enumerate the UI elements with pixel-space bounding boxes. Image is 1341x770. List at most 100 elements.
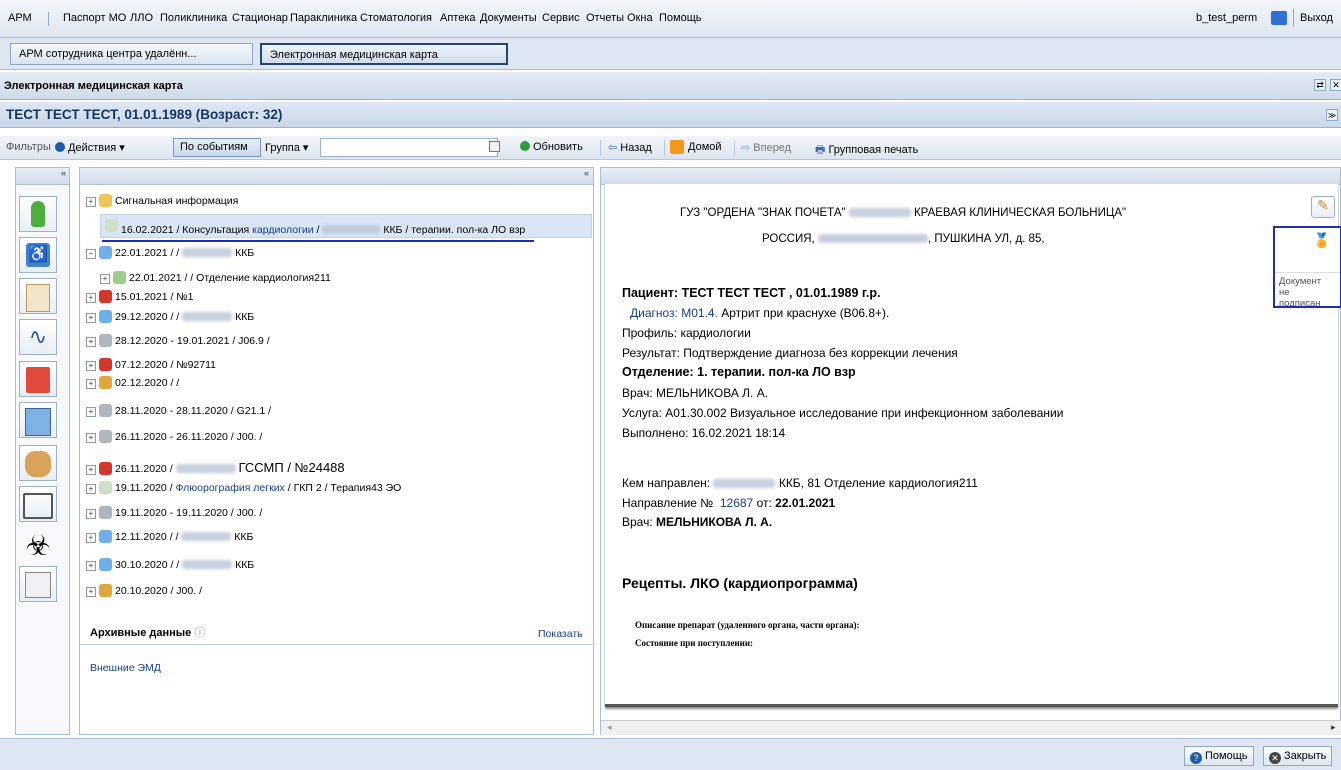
tree-row[interactable]: +28.12.2020 - 19.01.2021 / J06.9 / [86, 334, 270, 347]
tree-row[interactable]: +28.11.2020 - 28.11.2020 / G21.1 / [86, 404, 271, 417]
expand-icon[interactable]: + [86, 433, 96, 443]
expand-icon[interactable]: + [86, 379, 96, 389]
close-button[interactable]: ✕ Закрыть [1263, 746, 1333, 766]
certificate-icon[interactable]: 🏅 [1313, 232, 1330, 249]
collapse-strip-icon[interactable]: « [61, 168, 66, 178]
back-button[interactable]: ⇦ Назад [608, 141, 652, 154]
tree-row-link[interactable]: кардиологии [252, 224, 314, 236]
expand-icon[interactable]: + [86, 337, 96, 347]
expand-icon[interactable]: + [86, 587, 96, 597]
collapse-header-icon[interactable]: ≫ [1326, 109, 1338, 121]
tree-row[interactable]: +22.01.2021 / / Отделение кардиология211 [100, 271, 331, 284]
expand-icon[interactable]: − [86, 249, 96, 259]
biohazard-button[interactable]: ☣ [19, 528, 57, 564]
tree-row[interactable]: +30.10.2020 / / ККБ [86, 558, 254, 571]
selection-underline [102, 240, 534, 242]
tree-row[interactable]: +19.11.2020 / Флюорография легких / ГКП … [86, 481, 401, 494]
tree-row-link[interactable]: Флюорография легких [176, 482, 285, 494]
expand-icon[interactable]: + [86, 533, 96, 543]
expand-icon[interactable]: + [86, 313, 96, 323]
group-print-button[interactable]: 🖶 Групповая печать [815, 141, 918, 160]
refresh-button[interactable]: Обновить [520, 141, 583, 153]
menu-item-reports[interactable]: Отчеты [586, 12, 624, 24]
diagnosis-code[interactable]: М01.4. [681, 306, 718, 320]
notes-button[interactable] [19, 278, 57, 314]
emk-toolbar: Фильтры Действия ▾ По событиям Группа ▾ … [0, 136, 1341, 160]
back-label: Назад [620, 142, 652, 154]
task-arm-remote-center[interactable]: АРМ сотрудника центра удалённ... [10, 43, 253, 65]
home-button[interactable]: Домой [670, 140, 722, 154]
tree-row[interactable]: +12.11.2020 / / ККБ [86, 530, 253, 543]
gear-person-icon [113, 271, 126, 284]
person-green-button[interactable] [19, 196, 57, 232]
tree-row[interactable]: − 22.01.2021 / / ККБ [86, 246, 254, 259]
tree-row[interactable]: +02.12.2020 / / [86, 376, 179, 389]
menu-item-documents[interactable]: Документы [480, 12, 537, 24]
menu-item-passport[interactable]: Паспорт МО [63, 12, 126, 24]
horizontal-scrollbar[interactable]: ◂ ▸ [601, 720, 1341, 735]
edit-document-button[interactable] [19, 402, 57, 438]
group-input[interactable] [320, 138, 498, 157]
user-name[interactable]: b_test_perm [1196, 12, 1257, 24]
menu-item-polyclinic[interactable]: Поликлиника [160, 12, 227, 24]
expand-icon[interactable]: + [86, 465, 96, 475]
expand-icon[interactable]: + [86, 509, 96, 519]
referral-number[interactable]: 12687 [720, 496, 753, 510]
refresh-panel-icon[interactable]: ⇄ [1314, 79, 1326, 91]
expand-icon[interactable]: + [100, 274, 110, 284]
diagnosis-label: Диагноз: [630, 306, 678, 320]
menu-item-arm[interactable]: АРМ [8, 12, 32, 24]
biohazard-icon: ☣ [25, 530, 51, 561]
archive-show-link[interactable]: Показать [538, 628, 583, 640]
group-dropdown[interactable]: Группа ▾ [265, 141, 308, 154]
close-panel-icon[interactable]: ✕ [1330, 79, 1341, 91]
calendar-icon[interactable] [489, 141, 500, 152]
expand-icon[interactable]: + [86, 407, 96, 417]
menu-item-pharmacy[interactable]: Аптека [440, 12, 476, 24]
expand-icon[interactable]: + [86, 361, 96, 371]
menu-item-paraclinic[interactable]: Параклиника [290, 12, 357, 24]
collapse-tree-icon[interactable]: « [584, 168, 589, 178]
disability-button[interactable]: ♿ [19, 237, 57, 273]
stethoscope-button[interactable]: ∿ [19, 319, 57, 355]
forward-button[interactable]: ⇨ Вперед [741, 141, 791, 154]
done-line: Выполнено: 16.02.2021 18:14 [622, 426, 786, 440]
scroll-left-icon[interactable]: ◂ [607, 722, 612, 733]
external-emd-link[interactable]: Внешние ЭМД [90, 662, 161, 674]
patient-header: ТЕСТ ТЕСТ ТЕСТ, 01.01.1989 (Возраст: 32)… [0, 102, 1341, 128]
edit-pencil-button[interactable]: ✎ [1311, 196, 1335, 218]
expand-icon[interactable]: + [86, 293, 96, 303]
menu-item-help[interactable]: Помощь [659, 12, 702, 24]
expand-icon[interactable]: + [86, 561, 96, 571]
tree-row[interactable]: +07.12.2020 / №92711 [86, 358, 216, 371]
tree-row[interactable]: +29.12.2020 / / ККБ [86, 310, 254, 323]
tree-row-signal[interactable]: + Сигнальная информация [86, 194, 238, 207]
document-icon [99, 481, 112, 494]
new-list-button[interactable] [19, 566, 57, 602]
referral-line: Направление № 12687 от: 22.01.2021 [622, 496, 835, 510]
menu-item-windows[interactable]: Окна [627, 12, 653, 24]
expand-icon[interactable]: + [86, 197, 96, 207]
tree-row-selected[interactable]: 16.02.2021 / Консультация кардиологии / … [100, 214, 592, 238]
menu-item-dentistry[interactable]: Стоматология [360, 12, 432, 24]
menu-item-service[interactable]: Сервис [542, 12, 580, 24]
users-button[interactable] [19, 445, 57, 481]
tree-row[interactable]: +26.11.2020 / ГССМП / №24488 [86, 460, 345, 475]
task-emk[interactable]: Электронная медицинская карта [260, 43, 508, 65]
by-events-toggle[interactable]: По событиям [173, 138, 261, 157]
tree-row[interactable]: +15.01.2021 / №1 [86, 290, 193, 303]
actions-button[interactable]: Действия ▾ [55, 141, 125, 154]
logout-link[interactable]: Выход [1300, 12, 1333, 24]
calendar-book-button[interactable] [19, 361, 57, 397]
tree-row[interactable]: +19.11.2020 - 19.11.2020 / J00. / [86, 506, 262, 519]
book-button[interactable] [19, 486, 57, 522]
tree-row[interactable]: +20.10.2020 / J00. / [86, 584, 202, 597]
menu-item-llo[interactable]: ЛЛО [130, 12, 153, 24]
help-button[interactable]: ? Помощь [1184, 746, 1254, 766]
expand-icon[interactable]: + [86, 484, 96, 494]
scroll-right-icon[interactable]: ▸ [1331, 722, 1336, 733]
org-address-b: , ПУШКИНА УЛ, д. 85, [927, 233, 1045, 245]
tree-row[interactable]: +26.11.2020 - 26.11.2020 / J00. / [86, 430, 262, 443]
menu-item-hospital[interactable]: Стационар [232, 12, 288, 24]
video-icon[interactable] [1271, 11, 1287, 25]
